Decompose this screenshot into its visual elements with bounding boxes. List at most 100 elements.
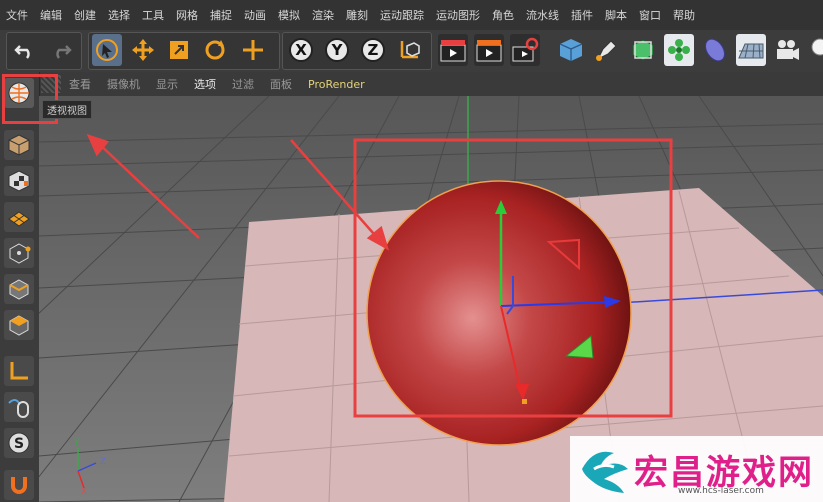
menu-mograph[interactable]: 运动图形 [430, 7, 486, 23]
z-axis-button[interactable]: Z [358, 34, 388, 66]
light-button[interactable] [806, 34, 823, 66]
clapper-icon [476, 40, 502, 62]
cloner-icon [668, 39, 690, 61]
view-menu-options[interactable]: 选项 [186, 76, 224, 92]
view-menu-view[interactable]: 查看 [61, 76, 99, 92]
cloner-button[interactable] [664, 34, 694, 66]
camera-icon [777, 40, 799, 60]
x-axis-label: X [295, 41, 307, 59]
coordinate-system-button[interactable] [394, 34, 424, 66]
menu-mesh[interactable]: 网格 [170, 7, 204, 23]
subdivision-surface-button[interactable] [628, 34, 658, 66]
cursor-icon [96, 39, 118, 61]
edges-cube-icon [9, 279, 29, 300]
magnet-icon [11, 477, 27, 494]
plus-move-icon [243, 40, 263, 60]
main-toolbar: X Y Z [0, 30, 823, 73]
axis-label-z: Z [100, 457, 107, 467]
gizmo-point-icon [522, 399, 527, 404]
texture-mode-button[interactable] [4, 166, 34, 196]
magnet-button[interactable] [4, 470, 34, 500]
clapper-gear-icon [512, 37, 539, 62]
menu-character[interactable]: 角色 [486, 7, 520, 23]
bend-icon [704, 38, 726, 62]
render-view-button[interactable] [438, 34, 468, 66]
rotate-tool-button[interactable] [200, 34, 230, 66]
enable-axis-button[interactable] [4, 356, 34, 386]
view-menu-panel[interactable]: 面板 [262, 76, 300, 92]
snap-button[interactable]: S [4, 428, 34, 458]
points-cube-icon [9, 243, 31, 264]
move-icon [132, 39, 154, 61]
grid-plane-icon [8, 211, 30, 227]
workplane-button[interactable] [4, 202, 34, 232]
y-axis-label: Y [331, 41, 343, 59]
scale-tool-button[interactable] [164, 34, 194, 66]
menu-animate[interactable]: 动画 [238, 7, 272, 23]
model-mode-button[interactable] [4, 130, 34, 160]
deformer-button[interactable] [700, 34, 730, 66]
menu-create[interactable]: 创建 [68, 7, 102, 23]
view-menu-cameras[interactable]: 摄像机 [99, 76, 148, 92]
menu-script[interactable]: 脚本 [599, 7, 633, 23]
axis-label-x: X [81, 487, 88, 497]
recent-tool-button[interactable] [238, 34, 268, 66]
menu-snap[interactable]: 捕捉 [204, 7, 238, 23]
view-menu-display[interactable]: 显示 [148, 76, 186, 92]
mouse-icon [8, 399, 29, 418]
svg-text:S: S [14, 436, 24, 452]
watermark-url: www.hcs-laser.com [678, 486, 764, 496]
scale-icon [170, 41, 188, 59]
tweak-mode-button[interactable] [4, 392, 34, 422]
checker-cube-icon [8, 170, 30, 192]
subdivision-cube-icon [632, 39, 654, 61]
view-menu-filter[interactable]: 过滤 [224, 76, 262, 92]
watermark-logo-icon [582, 451, 628, 493]
move-tool-button[interactable] [128, 34, 158, 66]
axis-label-y: Y [74, 438, 80, 448]
redo-button[interactable] [46, 34, 76, 66]
menu-bar: 文件 编辑 创建 选择 工具 网格 捕捉 动画 模拟 渲染 雕刻 运动跟踪 运动… [0, 0, 823, 30]
menu-window[interactable]: 窗口 [633, 7, 667, 23]
x-axis-button[interactable]: X [286, 34, 316, 66]
polygons-mode-button[interactable] [4, 310, 34, 340]
menu-pipeline[interactable]: 流水线 [520, 7, 565, 23]
redo-icon [56, 45, 72, 59]
menu-motion-tracking[interactable]: 运动跟踪 [374, 7, 430, 23]
menu-sculpt[interactable]: 雕刻 [340, 7, 374, 23]
menu-plugins[interactable]: 插件 [565, 7, 599, 23]
cube-icon [559, 39, 583, 61]
menu-file[interactable]: 文件 [0, 7, 34, 23]
pen-spline-button[interactable] [592, 34, 622, 66]
tooltip: 透视视图 [42, 100, 92, 119]
floor-icon [738, 43, 764, 59]
sphere-object[interactable] [366, 180, 632, 446]
menu-render[interactable]: 渲染 [306, 7, 340, 23]
polygons-cube-icon [9, 315, 29, 336]
pen-icon [596, 40, 617, 61]
points-mode-button[interactable] [4, 238, 34, 268]
z-axis-label: Z [367, 41, 379, 59]
cube-object-button[interactable] [556, 34, 586, 66]
menu-help[interactable]: 帮助 [667, 7, 701, 23]
undo-button[interactable] [10, 34, 40, 66]
clapper-icon [440, 40, 466, 62]
snap-s-icon: S [8, 432, 30, 454]
menu-edit[interactable]: 编辑 [34, 7, 68, 23]
coordinate-system-icon [400, 41, 420, 59]
edges-mode-button[interactable] [4, 274, 34, 304]
menu-select[interactable]: 选择 [102, 7, 136, 23]
view-menu-prorender[interactable]: ProRender [300, 78, 373, 91]
render-picture-viewer-button[interactable] [474, 34, 504, 66]
render-settings-button[interactable] [510, 34, 540, 66]
axis-icon [10, 362, 28, 380]
menu-simulate[interactable]: 模拟 [272, 7, 306, 23]
viewport-menu-bar: 查看 摄像机 显示 选项 过滤 面板 ProRender [39, 72, 823, 96]
cube-model-icon [8, 134, 30, 156]
floor-button[interactable] [736, 34, 766, 66]
camera-button[interactable] [772, 34, 802, 66]
menu-tools[interactable]: 工具 [136, 7, 170, 23]
rotate-icon [205, 40, 225, 60]
live-select-button[interactable] [92, 34, 122, 66]
y-axis-button[interactable]: Y [322, 34, 352, 66]
